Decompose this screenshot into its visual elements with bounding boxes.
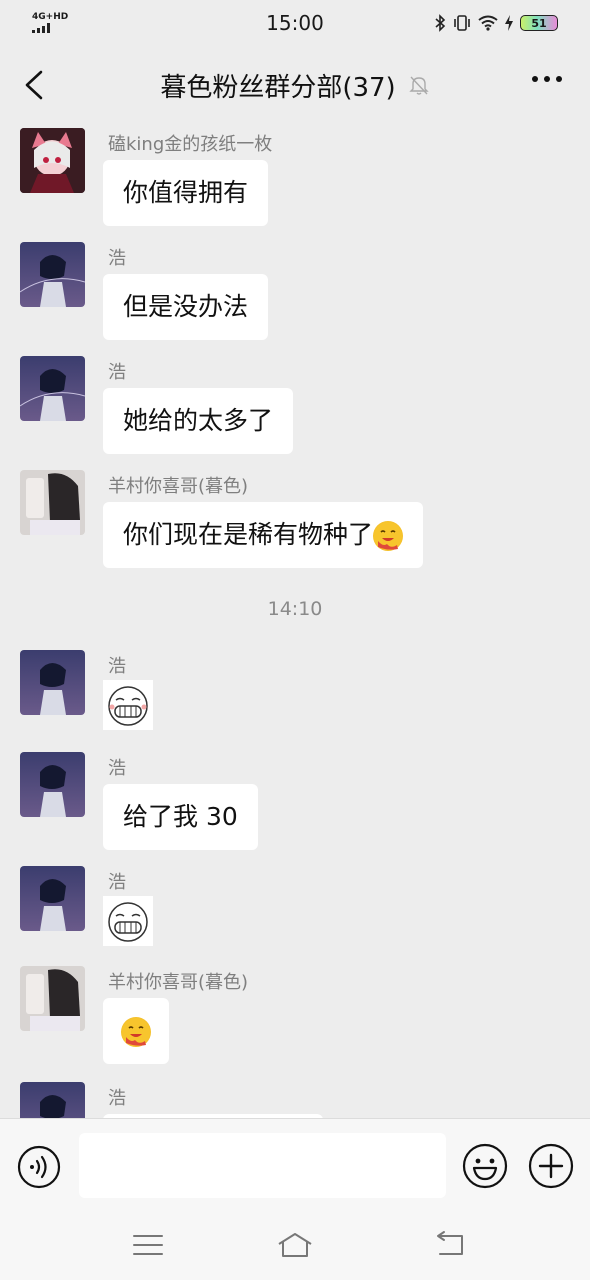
chat-list[interactable]: 磕king金的孩纸一枚 你值得拥有 浩 但是没办法 浩 她给的太多了 羊村你喜哥… bbox=[0, 124, 590, 1118]
avatar[interactable] bbox=[20, 866, 85, 931]
sender-name: 羊村你喜哥(暮色) bbox=[108, 972, 249, 993]
avatar[interactable] bbox=[20, 356, 85, 421]
voice-button[interactable] bbox=[17, 1145, 61, 1189]
avatar[interactable] bbox=[20, 752, 85, 817]
mute-bell-icon bbox=[408, 76, 429, 95]
status-bar: 4G+HD 15:00 51 bbox=[0, 0, 590, 46]
input-bar bbox=[0, 1118, 590, 1212]
sender-name: 羊村你喜哥(暮色) bbox=[108, 476, 249, 497]
avatar[interactable] bbox=[20, 470, 85, 535]
chat-title: 暮色粉丝群分部(37) bbox=[160, 72, 396, 103]
message-bubble[interactable]: 给了我 30 bbox=[103, 784, 258, 850]
message-bubble[interactable]: 你们现在是稀有物种了 bbox=[103, 502, 424, 568]
timestamp: 14:10 bbox=[267, 598, 323, 620]
sender-name: 浩 bbox=[108, 872, 126, 893]
sender-name: 浩 bbox=[108, 656, 126, 677]
avatar[interactable] bbox=[20, 966, 85, 1031]
more-options-button[interactable] bbox=[532, 76, 562, 82]
message-text: 给了我 30 bbox=[123, 802, 238, 831]
grin-sticker[interactable] bbox=[103, 896, 153, 946]
sender-name: 浩 bbox=[108, 758, 126, 779]
sender-name: 浩 bbox=[108, 362, 126, 383]
avatar[interactable] bbox=[20, 242, 85, 307]
message-bubble[interactable]: 但是没办法 bbox=[103, 274, 269, 340]
message-text: 她给的太多了 bbox=[123, 406, 274, 435]
grin-sticker[interactable] bbox=[103, 680, 153, 730]
home-icon[interactable] bbox=[275, 1230, 315, 1260]
system-nav-bar bbox=[0, 1212, 590, 1280]
menu-icon[interactable] bbox=[128, 1230, 168, 1260]
message-bubble[interactable]: 她给的太多了 bbox=[103, 388, 294, 454]
back-button[interactable] bbox=[22, 68, 46, 102]
avatar[interactable] bbox=[20, 128, 85, 193]
drooling-face-icon bbox=[373, 521, 404, 551]
message-input[interactable] bbox=[79, 1133, 446, 1198]
avatar[interactable] bbox=[20, 650, 85, 715]
avatar[interactable] bbox=[20, 1082, 85, 1118]
sender-name: 磕king金的孩纸一枚 bbox=[108, 134, 273, 155]
message-bubble[interactable] bbox=[103, 998, 169, 1064]
message-text: 但是没办法 bbox=[123, 292, 249, 321]
sender-name: 浩 bbox=[108, 1088, 126, 1109]
message-bubble[interactable]: 你值得拥有 bbox=[103, 160, 269, 226]
sender-name: 浩 bbox=[108, 248, 126, 269]
message-text: 你值得拥有 bbox=[123, 178, 249, 207]
message-text: 你们现在是稀有物种了 bbox=[123, 520, 374, 549]
chat-header: 暮色粉丝群分部(37) bbox=[0, 46, 590, 124]
plus-button[interactable] bbox=[528, 1143, 574, 1189]
back-nav-icon[interactable] bbox=[430, 1230, 470, 1260]
emoji-button[interactable] bbox=[462, 1143, 508, 1189]
drooling-face-icon bbox=[121, 1017, 151, 1047]
battery-icon: 51 bbox=[520, 15, 558, 31]
status-time: 15:00 bbox=[266, 11, 324, 35]
battery-level: 51 bbox=[531, 16, 547, 30]
